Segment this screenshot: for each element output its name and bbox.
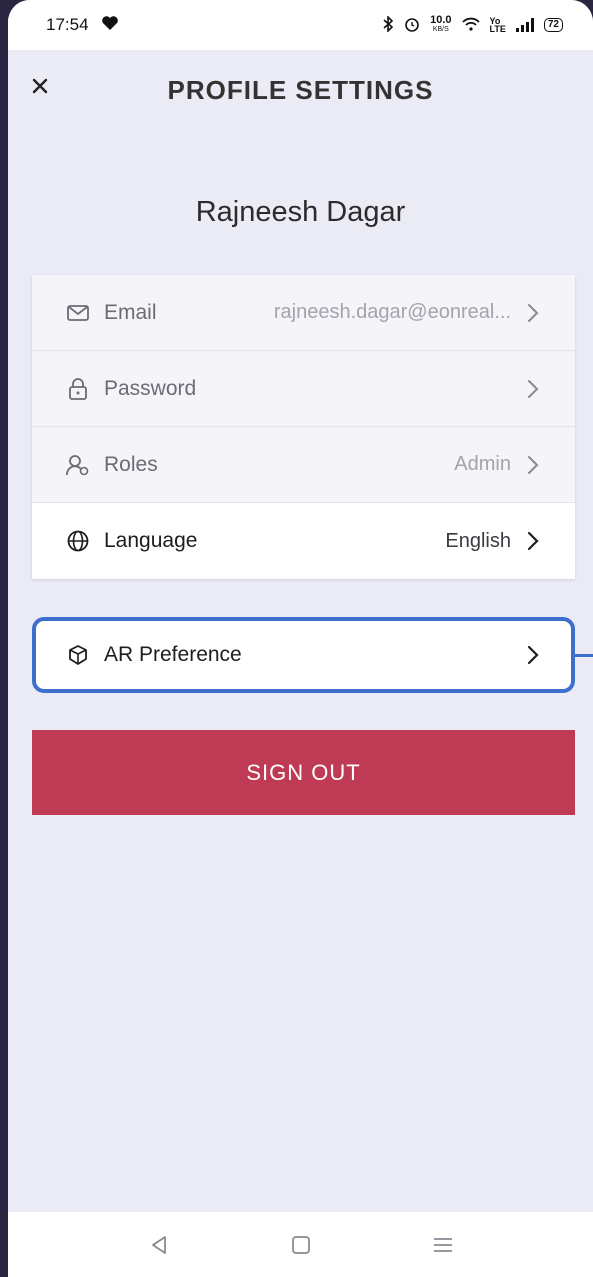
status-time: 17:54 (46, 15, 89, 34)
lock-icon (66, 377, 90, 401)
email-label: Email (104, 300, 157, 324)
roles-value: Admin (454, 453, 511, 475)
system-nav-bar (8, 1212, 593, 1277)
chevron-right-icon (528, 379, 539, 398)
home-square-icon (291, 1235, 310, 1254)
page-title: PROFILE SETTINGS (167, 74, 434, 105)
menu-nav-button[interactable] (427, 1229, 459, 1261)
chevron-right-icon (528, 303, 539, 322)
bluetooth-icon (382, 14, 394, 35)
language-label: Language (104, 529, 198, 552)
cube-icon (66, 643, 90, 667)
signal-icon (515, 18, 534, 32)
network-speed-value: 10.0 (430, 14, 452, 26)
heart-icon (101, 15, 119, 36)
chevron-right-icon (527, 645, 539, 665)
highlight-callout-line (575, 654, 593, 657)
user-icon (66, 453, 90, 477)
home-nav-button[interactable] (285, 1229, 317, 1261)
wifi-icon (461, 17, 480, 34)
roles-row[interactable]: Roles Admin (32, 427, 575, 503)
alarm-icon (404, 16, 420, 35)
ar-preference-row[interactable]: AR Preference (32, 617, 575, 693)
network-speed-unit: KB/S (432, 26, 449, 33)
phone-screen: 17:54 10.0 KB/S Yo LTE 72 PROFILE SETTIN… (8, 0, 593, 1277)
email-row[interactable]: Email rajneesh.dagar@eonreal... (32, 275, 575, 351)
status-icons: 10.0 KB/S Yo LTE 72 (382, 14, 563, 35)
password-row[interactable]: Password (32, 351, 575, 427)
chevron-right-icon (528, 455, 539, 474)
chevron-right-icon (527, 531, 539, 551)
battery-icon: 72 (543, 18, 563, 32)
network-speed: 10.0 KB/S (430, 14, 452, 34)
globe-icon (66, 529, 90, 553)
close-button[interactable] (28, 74, 52, 98)
email-value: rajneesh.dagar@eonreal... (273, 301, 511, 323)
ar-preference-label: AR Preference (104, 643, 242, 666)
password-label: Password (104, 376, 197, 400)
user-name: Rajneesh Dagar (195, 196, 406, 228)
mail-icon (66, 301, 90, 325)
account-settings-card: Email rajneesh.dagar@eonreal... Password… (32, 275, 575, 579)
roles-label: Roles (104, 452, 158, 476)
menu-lines-icon (433, 1237, 452, 1252)
close-icon (32, 78, 48, 94)
language-row[interactable]: Language English (32, 503, 575, 579)
language-value: English (445, 529, 511, 552)
app-header: PROFILE SETTINGS (8, 50, 593, 130)
back-nav-button[interactable] (143, 1229, 175, 1261)
status-time-group: 17:54 (46, 15, 119, 36)
status-bar: 17:54 10.0 KB/S Yo LTE 72 (8, 0, 593, 50)
volte-icon: Yo LTE (489, 16, 506, 34)
sign-out-button[interactable]: SIGN OUT (32, 730, 575, 815)
back-triangle-icon (151, 1235, 166, 1254)
